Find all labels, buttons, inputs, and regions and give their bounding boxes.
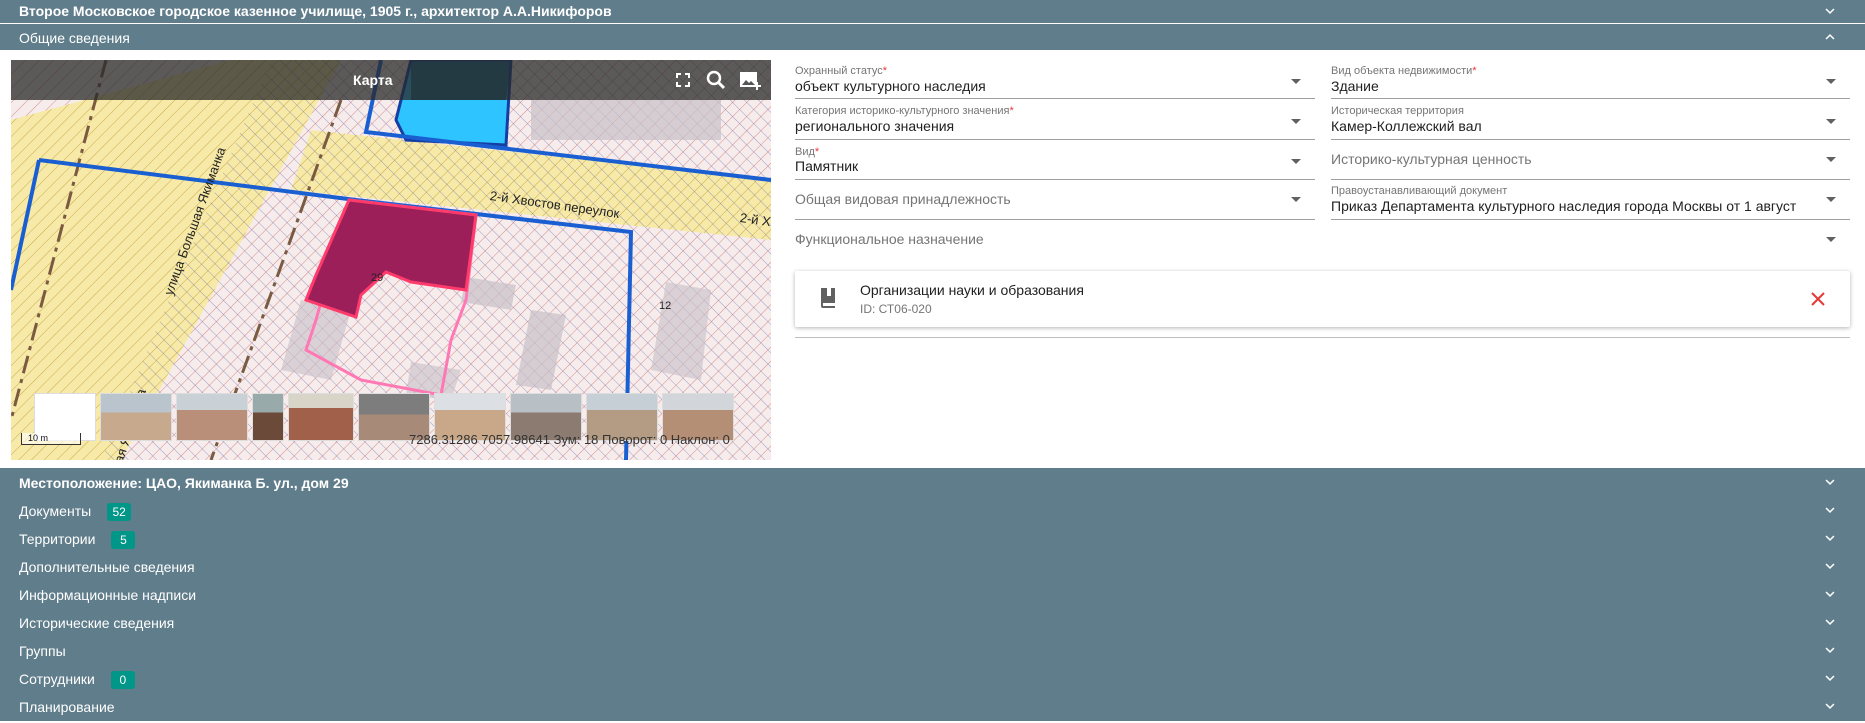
search-icon[interactable] (704, 68, 728, 92)
property-type-value: Здание (1331, 78, 1379, 94)
scale-bar: 10 m (21, 433, 81, 445)
title-document-select[interactable]: Правоустанавливающий документ Приказ Деп… (1331, 183, 1850, 220)
category-value: регионального значения (795, 118, 955, 134)
section-row[interactable]: Планирование (0, 692, 1865, 720)
cultural-value-select[interactable]: Историко-культурная ценность (1331, 143, 1850, 180)
section-title: Местоположение: ЦАО, Якиманка Б. ул., до… (19, 475, 349, 491)
title-document-value: Приказ Департамента культурного наследия… (1331, 198, 1797, 214)
section-row[interactable]: Сотрудники 0 (0, 664, 1865, 692)
dropdown-arrow-icon[interactable] (1826, 79, 1836, 84)
protection-status-select[interactable]: Охранный статус* объект культурного насл… (795, 62, 1315, 99)
chevron-up-icon[interactable] (1821, 28, 1839, 46)
book-icon (820, 288, 836, 308)
photo-thumbnail[interactable] (176, 393, 248, 441)
generic-type-select[interactable]: Общая видовая принадлежность (795, 183, 1315, 220)
section-title: Группы (19, 643, 66, 659)
photo-thumbnail[interactable] (100, 393, 172, 441)
object-title: Второе Московское городское казенное учи… (19, 3, 612, 19)
function-divider (795, 337, 1850, 338)
chevron-down-icon[interactable] (1821, 529, 1839, 547)
section-title: Документы 52 (19, 503, 132, 521)
cultural-value-placeholder: Историко-культурная ценность (1331, 151, 1532, 167)
generic-type-placeholder: Общая видовая принадлежность (795, 191, 1011, 207)
dropdown-arrow-icon[interactable] (1826, 157, 1836, 162)
kind-select[interactable]: Вид* Памятник (795, 143, 1315, 180)
section-row[interactable]: Документы 52 (0, 496, 1865, 524)
section-row[interactable]: Группы (0, 636, 1865, 664)
section-row[interactable]: Информационные надписи (0, 580, 1865, 608)
function-card: Организации науки и образования ID: СТ06… (795, 271, 1850, 327)
object-title-bar[interactable]: Второе Московское городское казенное учи… (0, 0, 1865, 23)
count-badge: 5 (111, 531, 136, 549)
section-title: Планирование (19, 699, 115, 715)
close-icon[interactable] (1808, 289, 1828, 309)
map-title: Карта (353, 72, 393, 88)
function-card-title: Организации науки и образования (860, 282, 1084, 298)
section-title: Дополнительные сведения (19, 559, 195, 575)
section-row[interactable]: Исторические сведения (0, 608, 1865, 636)
photo-thumbnail[interactable] (252, 393, 284, 441)
dropdown-arrow-icon[interactable] (1291, 79, 1301, 84)
fullscreen-icon[interactable] (671, 68, 695, 92)
section-row[interactable]: Местоположение: ЦАО, Якиманка Б. ул., до… (0, 468, 1865, 496)
count-badge: 0 (110, 671, 135, 689)
section-list: Местоположение: ЦАО, Якиманка Б. ул., до… (0, 468, 1865, 721)
chevron-down-icon[interactable] (1821, 585, 1839, 603)
historic-territory-label: Историческая территория (1331, 105, 1464, 117)
category-label: Категория историко-культурного значения* (795, 105, 1014, 117)
title-document-label: Правоустанавливающий документ (1331, 185, 1508, 197)
dropdown-arrow-icon[interactable] (1826, 197, 1836, 202)
photo-thumbnail[interactable] (288, 393, 354, 441)
chevron-down-icon[interactable] (1821, 697, 1839, 715)
map-view[interactable]: Карта 2-й Хвостов переулок 2-й Х улица Б… (11, 60, 771, 460)
historic-territory-select[interactable]: Историческая территория Камер-Коллежский… (1331, 102, 1850, 140)
chevron-down-icon[interactable] (1821, 557, 1839, 575)
house-number-12: 12 (659, 300, 672, 312)
dropdown-arrow-icon[interactable] (1826, 237, 1836, 242)
section-title: Исторические сведения (19, 615, 175, 631)
category-select[interactable]: Категория историко-культурного значения*… (795, 102, 1315, 140)
kind-label: Вид* (795, 146, 820, 158)
dropdown-arrow-icon[interactable] (1826, 119, 1836, 124)
dropdown-arrow-icon[interactable] (1291, 119, 1301, 124)
function-placeholder: Функциональное назначение (795, 231, 984, 247)
section-title: Информационные надписи (19, 587, 197, 603)
section-title: Территории 5 (19, 531, 136, 549)
chevron-down-icon[interactable] (1821, 2, 1839, 20)
dropdown-arrow-icon[interactable] (1291, 159, 1301, 164)
map-coordinates: 7286.31286 7057.98641 Зум: 18 Поворот: 0… (409, 432, 730, 447)
protection-status-label: Охранный статус* (795, 65, 888, 77)
historic-territory-value: Камер-Коллежский вал (1331, 118, 1482, 134)
house-number-29: 29 (371, 272, 384, 284)
chevron-down-icon[interactable] (1821, 473, 1839, 491)
chevron-down-icon[interactable] (1821, 669, 1839, 687)
protection-status-value: объект культурного наследия (795, 78, 986, 94)
count-badge: 52 (107, 503, 132, 521)
property-type-label: Вид объекта недвижимости* (1331, 65, 1477, 77)
function-select[interactable]: Функциональное назначение (795, 223, 1850, 260)
section-row[interactable]: Территории 5 (0, 524, 1865, 552)
kind-value: Памятник (795, 158, 859, 174)
section-row[interactable]: Дополнительные сведения (0, 552, 1865, 580)
chevron-down-icon[interactable] (1821, 641, 1839, 659)
add-photo-icon[interactable] (738, 68, 762, 92)
chevron-down-icon[interactable] (1821, 501, 1839, 519)
property-type-select[interactable]: Вид объекта недвижимости* Здание (1331, 62, 1850, 99)
chevron-down-icon[interactable] (1821, 613, 1839, 631)
dropdown-arrow-icon[interactable] (1291, 197, 1301, 202)
general-info-title: Общие сведения (19, 30, 130, 46)
function-card-id: ID: СТ06-020 (860, 302, 932, 316)
general-info-bar[interactable]: Общие сведения (0, 24, 1865, 50)
section-title: Сотрудники 0 (19, 671, 135, 689)
